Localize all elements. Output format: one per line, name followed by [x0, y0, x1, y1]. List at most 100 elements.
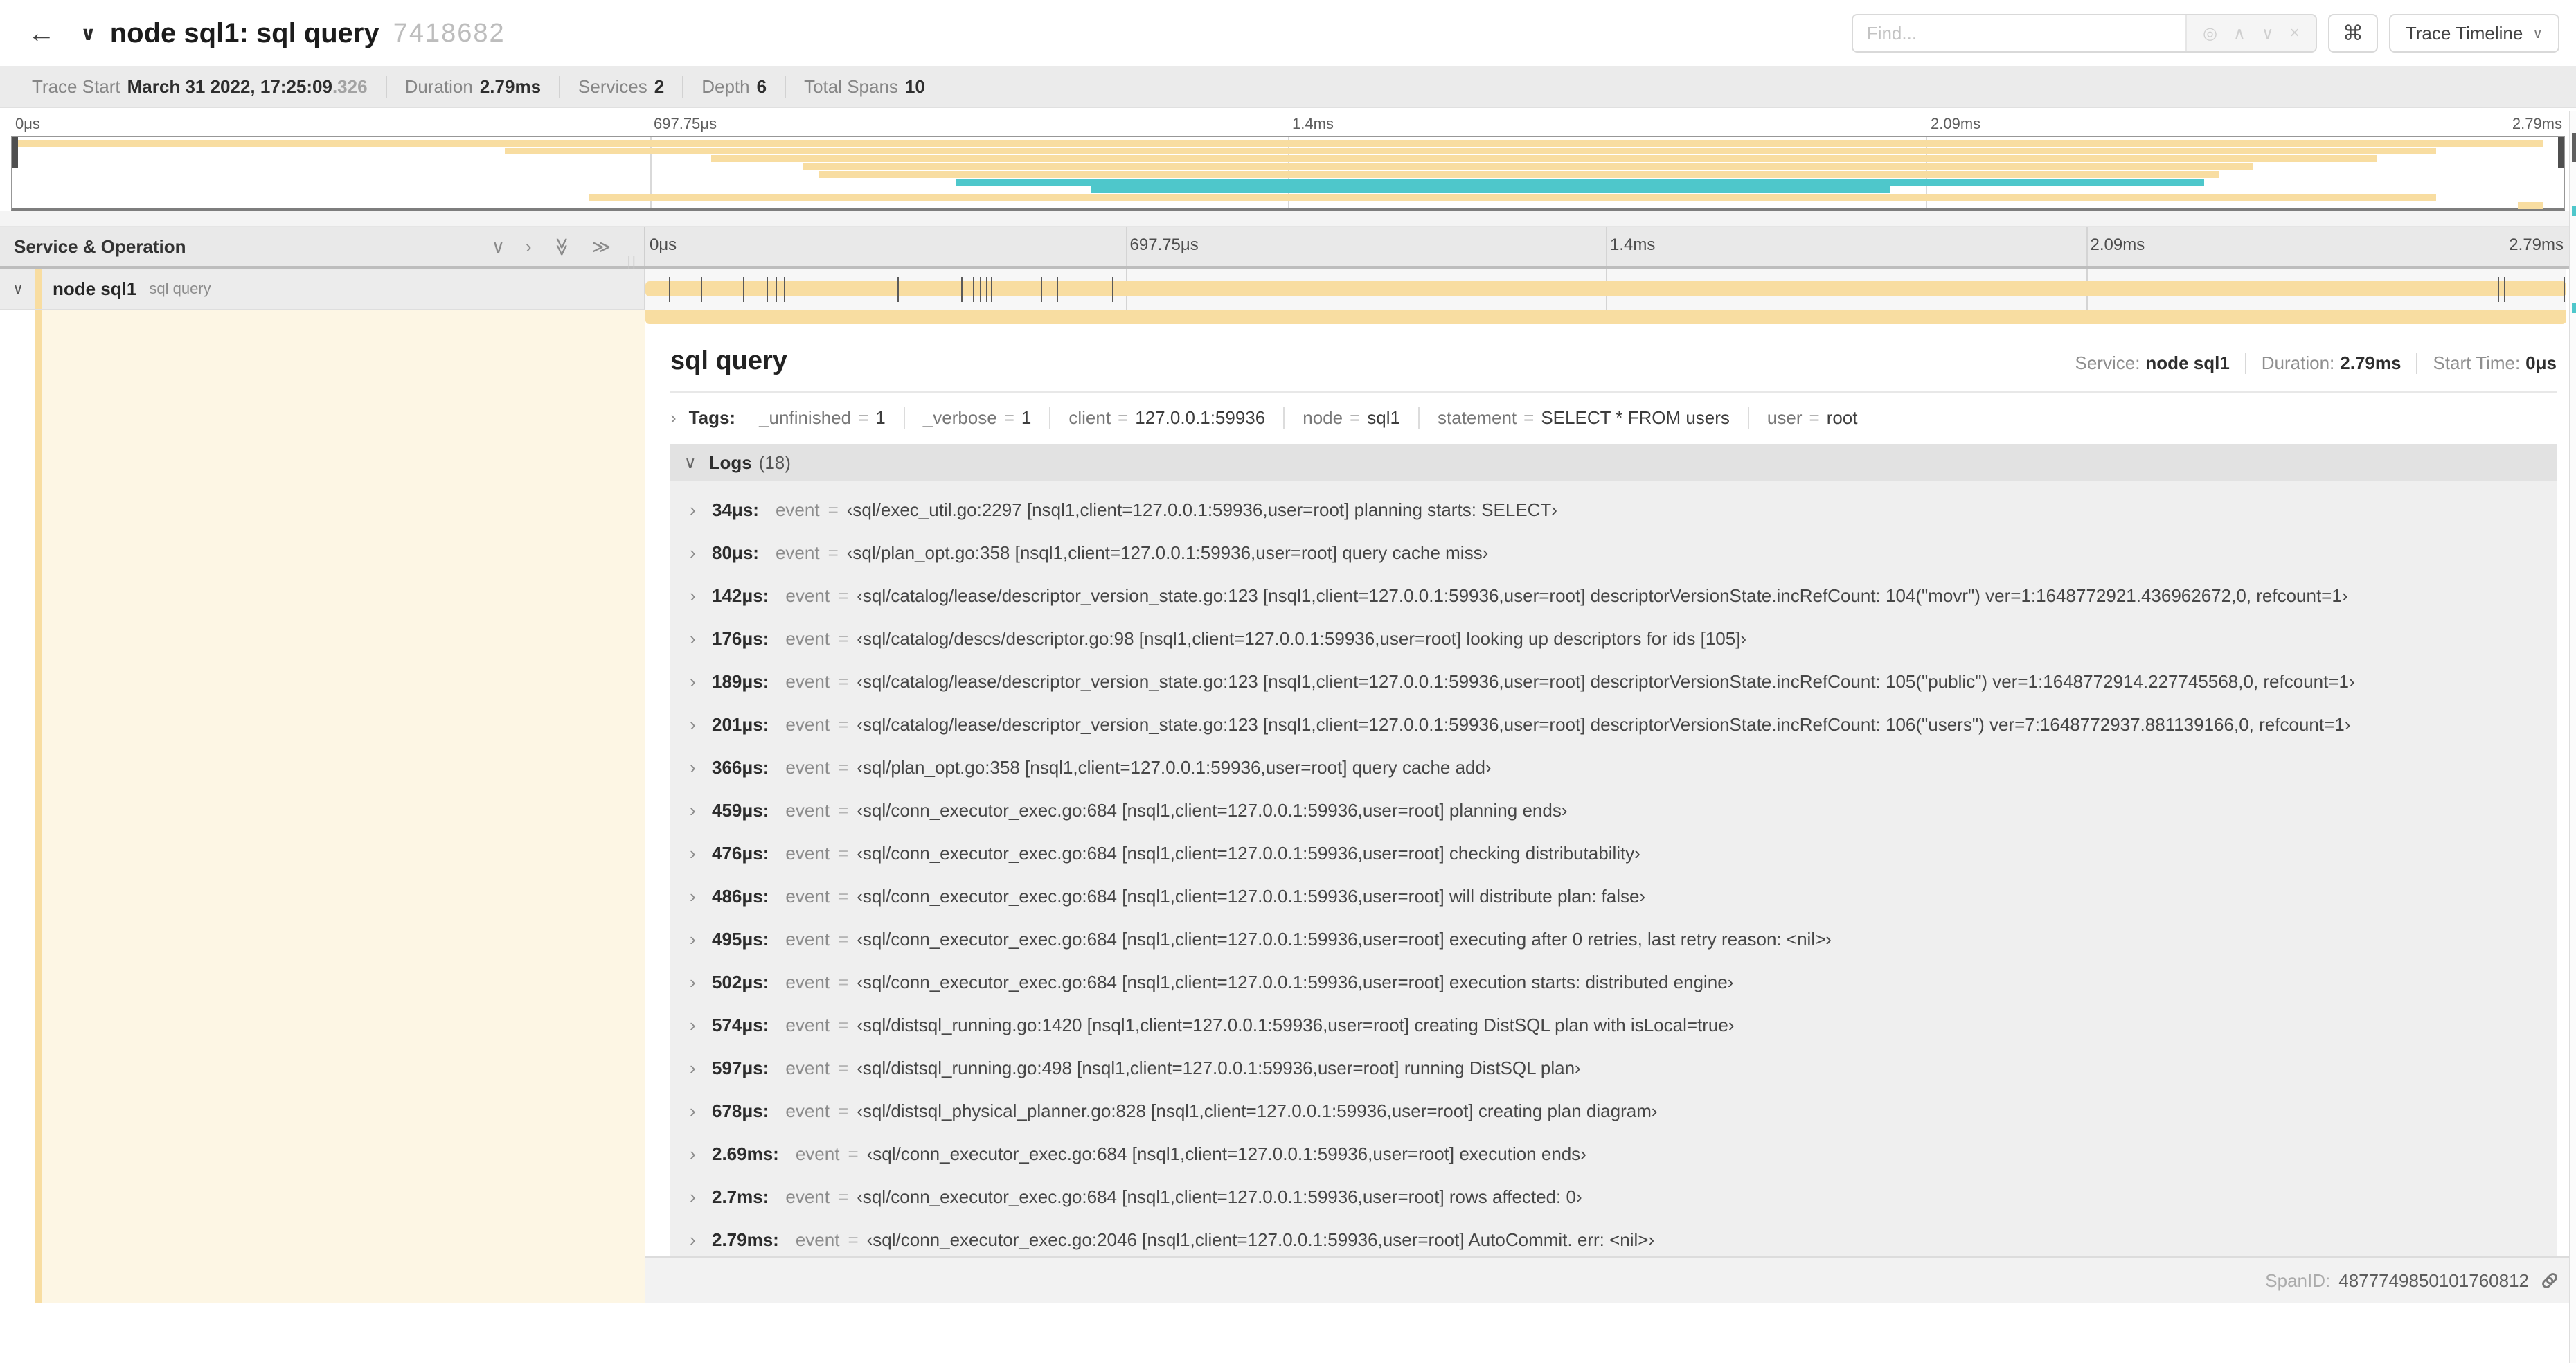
- collapse-one-icon[interactable]: ∨: [492, 236, 505, 258]
- log-entry[interactable]: › 201μs: event = ‹sql/catalog/lease/desc…: [690, 703, 2557, 746]
- equals-sign: =: [838, 885, 849, 907]
- chevron-right-icon: ›: [690, 885, 696, 907]
- collapse-span-icon[interactable]: ∨: [12, 280, 24, 298]
- log-value: ‹sql/conn_executor_exec.go:2046 [nsql1,c…: [866, 1229, 1655, 1250]
- log-entry[interactable]: › 495μs: event = ‹sql/conn_executor_exec…: [690, 918, 2557, 961]
- log-timestamp: 2.79ms:: [712, 1229, 779, 1250]
- tag-item[interactable]: _verbose = 1: [903, 407, 1050, 429]
- tag-item[interactable]: client = 127.0.0.1:59936: [1049, 407, 1283, 429]
- span-service-name: node sql1: [53, 278, 137, 299]
- timeline-axis-tick: 1.4ms: [1610, 235, 1656, 254]
- log-entry[interactable]: › 189μs: event = ‹sql/catalog/lease/desc…: [690, 660, 2557, 703]
- meta-value: node sql1: [2145, 353, 2230, 373]
- log-field-name: event: [785, 627, 830, 649]
- log-entry[interactable]: › 80μs: event = ‹sql/plan_opt.go:358 [ns…: [690, 531, 2557, 574]
- log-entry[interactable]: › 142μs: event = ‹sql/catalog/lease/desc…: [690, 574, 2557, 617]
- minimap-range-handle-left[interactable]: [12, 137, 18, 168]
- deep-link-icon[interactable]: [2540, 1271, 2559, 1290]
- tag-value: sql1: [1367, 407, 1400, 428]
- meta-value: 0μs: [2525, 353, 2557, 373]
- tag-item[interactable]: user = root: [1747, 407, 1876, 429]
- log-entry[interactable]: › 476μs: event = ‹sql/conn_executor_exec…: [690, 832, 2557, 875]
- trace-stats-bar: Trace Start March 31 2022, 17:25:09.326 D…: [0, 66, 2576, 108]
- equals-sign: =: [838, 585, 849, 606]
- log-marker-tick: [783, 277, 785, 302]
- log-entry[interactable]: › 597μs: event = ‹sql/distsql_running.go…: [690, 1046, 2557, 1089]
- chevron-right-icon: ›: [690, 928, 696, 950]
- log-marker-tick: [1056, 277, 1058, 302]
- timeline-axis: 0μs 697.75μs 1.4ms 2.09ms 2.79ms: [645, 227, 2566, 266]
- tags-list: _unfinished = 1 _verbose = 1 client = 127.0.0.…: [741, 407, 1875, 429]
- trace-stat: Total Spans 10: [785, 75, 943, 98]
- minimap-axis-tick: 2.79ms: [2512, 115, 2562, 132]
- timeline-gridline: [1606, 227, 1607, 266]
- trace-stat: Duration 2.79ms: [385, 75, 559, 98]
- log-field-name: event: [785, 713, 830, 735]
- clear-search-icon[interactable]: ×: [2290, 24, 2300, 43]
- vertical-scrollbar[interactable]: [2569, 111, 2576, 1363]
- tag-item[interactable]: statement = SELECT * FROM users: [1417, 407, 1748, 429]
- minimap-span-bar: [956, 179, 2204, 186]
- tag-item[interactable]: node = sql1: [1283, 407, 1418, 429]
- log-timestamp: 80μs:: [712, 542, 759, 563]
- stat-label: Services: [578, 75, 647, 97]
- log-field-name: event: [785, 928, 830, 950]
- stat-value-suffix: .326: [332, 75, 368, 97]
- stat-value: March 31 2022, 17:25:09: [127, 75, 332, 97]
- equals-sign: =: [838, 928, 849, 950]
- log-entry[interactable]: › 2.7ms: event = ‹sql/conn_executor_exec…: [690, 1175, 2557, 1218]
- equals-sign: =: [838, 756, 849, 778]
- collapse-all-icon[interactable]: ≫: [551, 237, 573, 256]
- trace-minimap[interactable]: [11, 136, 2565, 211]
- logs-accordion-header[interactable]: ∨ Logs (18): [670, 444, 2557, 481]
- prev-match-icon[interactable]: ∧: [2233, 24, 2246, 44]
- span-name-cell[interactable]: ∨ node sql1 sql query: [0, 269, 645, 310]
- log-marker-tick: [2504, 277, 2506, 302]
- expand-one-icon[interactable]: ›: [526, 236, 532, 258]
- log-entry[interactable]: › 574μs: event = ‹sql/distsql_running.go…: [690, 1004, 2557, 1046]
- tags-accordion[interactable]: › Tags: _unfinished = 1 _verbose = 1 client =…: [670, 393, 2557, 443]
- log-entry[interactable]: › 176μs: event = ‹sql/catalog/descs/desc…: [690, 617, 2557, 660]
- span-detail-panel: sql query Service: node sql1 Duration: 2.7…: [645, 324, 2576, 1303]
- log-marker-tick: [973, 277, 975, 302]
- log-entry[interactable]: › 34μs: event = ‹sql/exec_util.go:2297 […: [690, 488, 2557, 531]
- keyboard-shortcuts-button[interactable]: ⌘: [2327, 14, 2378, 53]
- trace-view-selector[interactable]: Trace Timeline ∨: [2388, 14, 2559, 53]
- log-entry[interactable]: › 459μs: event = ‹sql/conn_executor_exec…: [690, 789, 2557, 832]
- log-marker-tick: [668, 277, 670, 302]
- find-input[interactable]: [1852, 15, 2185, 51]
- log-value: ‹sql/conn_executor_exec.go:684 [nsql1,cl…: [857, 928, 1832, 950]
- expand-all-icon[interactable]: ≫: [592, 236, 611, 258]
- trace-page-header: ← ∨ node sql1: sql query 7418682 ◎ ∧ ∨ ×…: [0, 0, 2576, 66]
- span-operation-name: sql query: [149, 280, 211, 297]
- column-resize-handle[interactable]: ||: [627, 254, 637, 270]
- log-entry[interactable]: › 502μs: event = ‹sql/conn_executor_exec…: [690, 961, 2557, 1004]
- log-entry[interactable]: › 366μs: event = ‹sql/plan_opt.go:358 [n…: [690, 746, 2557, 789]
- minimap-span-bar: [803, 163, 2253, 170]
- log-value: ‹sql/catalog/lease/descriptor_version_st…: [857, 585, 2348, 606]
- log-entry[interactable]: › 2.69ms: event = ‹sql/conn_executor_exe…: [690, 1132, 2557, 1175]
- collapse-trace-header-icon[interactable]: ∨: [80, 22, 96, 45]
- stat-value: 6: [756, 75, 767, 97]
- log-timestamp: 495μs:: [712, 928, 769, 950]
- log-field-name: event: [785, 799, 830, 821]
- locate-icon[interactable]: ◎: [2203, 24, 2217, 44]
- next-match-icon[interactable]: ∨: [2262, 24, 2274, 44]
- tag-item[interactable]: _unfinished = 1: [741, 407, 904, 429]
- log-entry[interactable]: › 678μs: event = ‹sql/distsql_physical_p…: [690, 1089, 2557, 1132]
- log-marker-tick: [980, 277, 982, 302]
- chevron-down-icon: ∨: [684, 453, 697, 472]
- chevron-right-icon: ›: [690, 1100, 696, 1121]
- minimap-range-handle-right[interactable]: [2558, 137, 2564, 168]
- scrollbar-thumb[interactable]: [2572, 133, 2576, 162]
- span-duration-bar[interactable]: [645, 281, 2566, 296]
- log-timestamp: 459μs:: [712, 799, 769, 821]
- log-timestamp: 2.69ms:: [712, 1143, 779, 1164]
- trace-title: node sql1: sql query: [109, 17, 379, 48]
- chevron-right-icon: ›: [690, 1229, 696, 1250]
- log-value: ‹sql/conn_executor_exec.go:684 [nsql1,cl…: [857, 1186, 1582, 1207]
- equals-sign: =: [838, 627, 849, 649]
- back-arrow-icon[interactable]: ←: [28, 18, 55, 49]
- log-entry[interactable]: › 2.79ms: event = ‹sql/conn_executor_exe…: [690, 1218, 2557, 1261]
- log-entry[interactable]: › 486μs: event = ‹sql/conn_executor_exec…: [690, 875, 2557, 918]
